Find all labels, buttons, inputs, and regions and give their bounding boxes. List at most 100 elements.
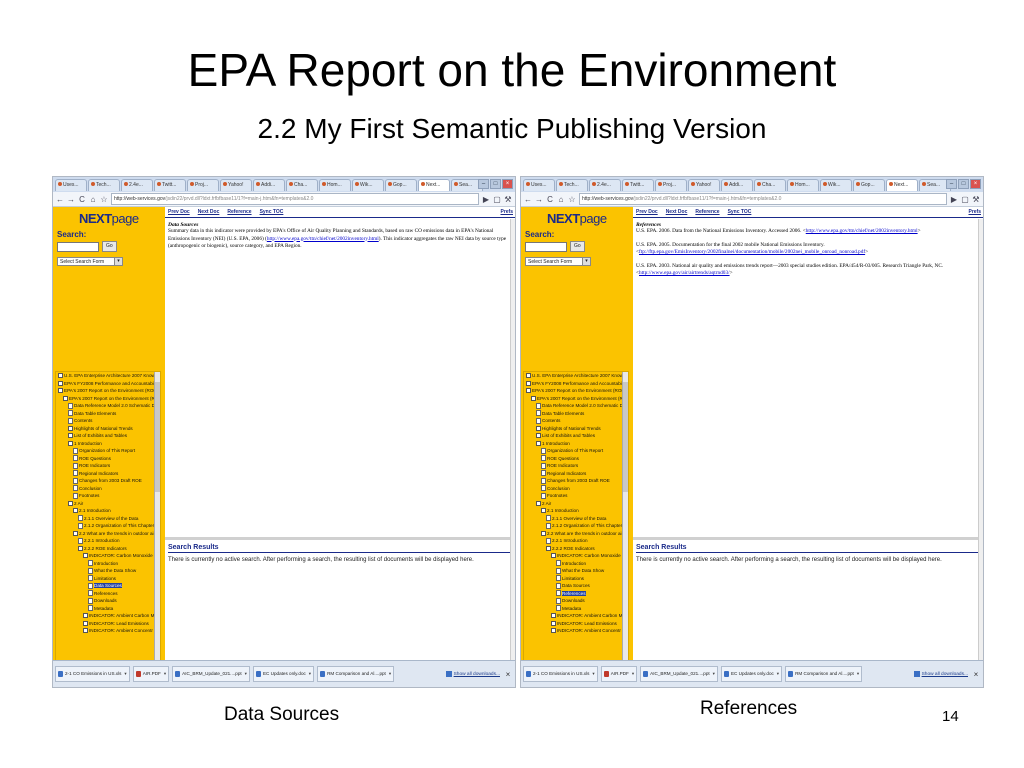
toc-item[interactable]: INDICATOR: Ambient Carbon M [56,612,160,620]
reload-icon[interactable]: C [78,195,86,204]
toc-item[interactable]: Data Sources [56,582,160,590]
toc-item[interactable]: Introduction [524,560,628,568]
toc-item[interactable]: INDICATOR: Lead Emissions [524,620,628,628]
browser-tab[interactable]: Tech... [556,178,588,191]
minimize-button[interactable]: – [946,179,957,189]
toc-item[interactable]: INDICATOR: Carbon Monoxide E [524,552,628,560]
toc-item[interactable]: INDICATOR: Ambient Concentr [524,627,628,635]
reference-link[interactable]: Reference [227,207,251,217]
close-window-button[interactable]: × [502,179,513,189]
download-item[interactable]: AIR.PDF ▾ [600,666,638,682]
page-menu-icon[interactable]: ▢ [961,195,969,204]
toc-item[interactable]: EPA's FY2008 Performance and Accountabil… [56,380,160,388]
toc-item[interactable]: Changes from 2003 Draft ROE [524,477,628,485]
toc-item[interactable]: ROE Questions [56,455,160,463]
download-item[interactable]: EC Updates only.doc ▾ [720,666,783,682]
frame-divider[interactable] [633,537,983,540]
toc-item[interactable]: U.S. EPA Enterprise Architecture 2007 Kn… [524,372,628,380]
sync-toc-link[interactable]: Sync TOC [728,207,752,217]
toc-item[interactable]: 2.1.2 Organization of This Chapter [524,522,628,530]
toc-item[interactable]: INDICATOR: Lead Emissions [56,620,160,628]
toc-item[interactable]: 2.1 Introduction [524,507,628,515]
toc-item[interactable]: 2.1.2 Organization of This Chapter [56,522,160,530]
chevron-down-icon[interactable]: ▾ [164,667,166,681]
toc-item[interactable]: References [56,590,160,598]
browser-tab[interactable]: Hom... [319,178,351,191]
toc-item[interactable]: ROE Indicators [56,462,160,470]
reference-link-url[interactable]: http://www.epa.gov/ttn/chief/net/2002inv… [806,228,918,234]
browser-tab[interactable]: Proj... [187,178,219,191]
toc-item[interactable]: 2.1.1 Overview of the Data [56,515,160,523]
go-button[interactable]: Go [102,241,117,252]
toc-item[interactable]: 2.2 What are the trends in outdoor air [56,530,160,538]
home-icon[interactable]: ⌂ [89,195,97,204]
download-item[interactable]: EC Updates only.doc ▾ [252,666,315,682]
toc-item[interactable]: EPA's 2007 Report on the Environment (R( [56,395,160,403]
toc-item[interactable]: Footnotes [524,492,628,500]
download-item[interactable]: AIC_BRM_Update_021....ppt ▾ [172,666,250,682]
toc-item[interactable]: EPA's 2007 Report on the Environment (R( [524,395,628,403]
toc-item[interactable]: Footnotes [56,492,160,500]
toc-item[interactable]: Metadata [56,605,160,613]
toc-item[interactable]: 1 Introduction [56,440,160,448]
browser-tab[interactable]: Addi... [253,178,285,191]
reload-icon[interactable]: C [546,195,554,204]
prev-doc-link[interactable]: Prev Doc [168,207,190,217]
toc-item[interactable]: Data Table Elements [56,410,160,418]
toc-item[interactable]: 2 Air [56,500,160,508]
nei-link[interactable]: http://www.epa.gov/ttn/chief/net/2002inv… [267,236,379,242]
maximize-button[interactable]: □ [958,179,969,189]
browser-tab[interactable]: Uses... [55,178,87,191]
toc-item[interactable]: Data Table Elements [524,410,628,418]
toc-item[interactable]: 2.2.2 ROE Indicators [56,545,160,553]
wrench-icon[interactable]: ⚒ [972,195,980,204]
toc-item[interactable]: EPA's 2007 Report on the Environment (RO… [56,387,160,395]
forward-arrow-icon[interactable]: → [67,195,75,204]
show-all-downloads-link[interactable]: Show all downloads... [445,671,500,677]
reference-link-url[interactable]: ftp://ftp.epa.gov/EmisInventory/2002fina… [639,249,865,255]
toc-item[interactable]: Contents [56,417,160,425]
toc-item[interactable]: 2.2 What are the trends in outdoor air [524,530,628,538]
wrench-icon[interactable]: ⚒ [504,195,512,204]
toc-item[interactable]: Highlights of National Trends [524,425,628,433]
browser-tab[interactable]: Cha... [754,178,786,191]
toc-item[interactable]: 2.1 Introduction [56,507,160,515]
browser-tab[interactable]: Next... [886,178,918,191]
chevron-down-icon[interactable]: ▾ [592,667,594,681]
browser-tab[interactable]: Tech... [88,178,120,191]
toc-item[interactable]: Downloads [524,597,628,605]
star-icon[interactable]: ☆ [100,195,108,204]
toc-item[interactable]: Introduction [56,560,160,568]
browser-tab[interactable]: 2.4e... [589,178,621,191]
minimize-button[interactable]: – [478,179,489,189]
toc-item[interactable]: 2.1.1 Overview of the Data [524,515,628,523]
browser-tab[interactable]: Wik... [352,178,384,191]
browser-tab[interactable]: Yahoo! [688,178,720,191]
reference-link[interactable]: Reference [695,207,719,217]
page-menu-icon[interactable]: ▢ [493,195,501,204]
close-downloads-button[interactable]: × [503,670,513,679]
maximize-button[interactable]: □ [490,179,501,189]
toc-item[interactable]: Regional Indicators [56,470,160,478]
toc-item[interactable]: 2.2.2 ROE Indicators [524,545,628,553]
chevron-down-icon[interactable]: ▾ [713,667,715,681]
toc-item[interactable]: EPA's FY2008 Performance and Accountabil… [524,380,628,388]
frame-divider[interactable] [165,537,515,540]
toc-scroll-thumb[interactable] [623,382,628,492]
toc-item[interactable]: Organization of This Report [56,447,160,455]
close-window-button[interactable]: × [970,179,981,189]
browser-tab[interactable]: Uses... [523,178,555,191]
star-icon[interactable]: ☆ [568,195,576,204]
toc-item[interactable]: Contents [524,417,628,425]
vertical-scrollbar[interactable] [510,219,515,661]
toc-item[interactable]: Regional Indicators [524,470,628,478]
chevron-down-icon[interactable]: ▾ [245,667,247,681]
toc-item[interactable]: INDICATOR: Ambient Concentr [56,627,160,635]
search-form-select[interactable]: Select Search Form ▾ [525,257,591,266]
browser-tab[interactable]: Next... [418,178,450,191]
toc-item[interactable]: 2.2.1 Introduction [56,537,160,545]
browser-tab[interactable]: Wik... [820,178,852,191]
browser-tab[interactable]: Gop... [385,178,417,191]
url-field[interactable]: http://web-services.gov/jsdin22/prvd.dll… [111,193,479,205]
browser-tab[interactable]: Proj... [655,178,687,191]
